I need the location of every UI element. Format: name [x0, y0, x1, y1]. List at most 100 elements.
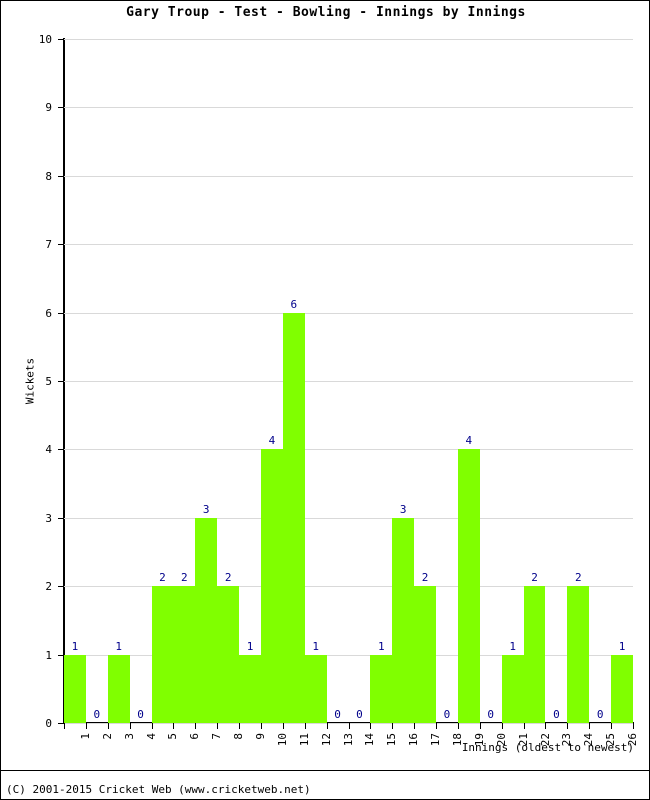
gridline [64, 175, 633, 177]
bar [370, 654, 393, 723]
bar-value-label: 1 [378, 639, 385, 653]
y-tick-label: 1 [45, 648, 52, 662]
bar [282, 312, 305, 723]
x-tick [523, 723, 525, 729]
bar-value-label: 0 [356, 708, 363, 721]
x-tick [260, 723, 262, 729]
y-tick-label: 0 [45, 717, 52, 730]
bar [414, 586, 437, 723]
bar [195, 517, 218, 723]
bar [107, 654, 130, 723]
bar-value-label: 6 [290, 297, 298, 311]
bar-value-label: 1 [312, 639, 319, 653]
bar-value-label: 0 [334, 708, 341, 721]
page-title: Gary Troup - Test - Bowling - Innings by… [126, 5, 526, 20]
y-tick-label: 10 [38, 33, 52, 46]
y-tick [58, 312, 64, 314]
bar-value-label: 0 [553, 708, 560, 721]
bar-value-label: 2 [181, 571, 188, 585]
x-tick-label: 2 [100, 733, 114, 740]
y-tick-label: 2 [45, 580, 52, 594]
y-tick [58, 107, 64, 109]
footer-divider [1, 770, 650, 771]
x-tick-label: 6 [188, 733, 202, 740]
x-tick-label: 8 [232, 733, 246, 740]
x-tick [85, 723, 87, 729]
x-tick-label: 7 [210, 733, 224, 740]
bar [217, 586, 240, 723]
x-axis-title: Innings (oldest to newest) [461, 741, 634, 754]
y-tick-label: 6 [45, 306, 52, 320]
bar [567, 586, 590, 723]
bar [304, 654, 327, 723]
x-tick [501, 723, 503, 729]
x-tick [457, 723, 459, 729]
bar [151, 586, 174, 723]
bar [173, 586, 196, 723]
x-tick [611, 723, 613, 729]
bar-value-label: 1 [246, 639, 254, 653]
bar-value-label: 0 [596, 708, 604, 721]
x-tick [195, 723, 197, 729]
bar-value-label: 4 [465, 434, 473, 448]
y-tick [58, 517, 64, 519]
x-tick-label: 1 [78, 733, 92, 740]
gridline [64, 449, 633, 451]
y-tick [58, 39, 64, 40]
y-tick-label: 3 [45, 511, 52, 525]
bar [64, 654, 86, 723]
bar-value-label: 2 [224, 571, 232, 585]
bar-value-label: 1 [115, 639, 123, 653]
bar-value-label: 2 [159, 571, 166, 585]
y-tick-label: 5 [45, 375, 52, 388]
gridline [64, 244, 633, 246]
x-tick [173, 723, 175, 729]
x-tick [282, 723, 284, 729]
copyright-notice: (C) 2001-2015 Cricket Web (www.cricketwe… [6, 783, 311, 796]
gridline [64, 586, 633, 588]
y-tick [58, 381, 64, 382]
bar [260, 449, 283, 723]
gridline [64, 107, 633, 109]
gridline [64, 654, 633, 656]
bar [457, 449, 480, 723]
x-tick [589, 723, 591, 729]
bar-value-label: 2 [531, 571, 538, 585]
bar [239, 654, 261, 723]
bar-value-label: 0 [137, 708, 144, 721]
x-tick [217, 723, 219, 729]
x-tick-label: 9 [254, 733, 268, 740]
x-tick [392, 723, 394, 729]
x-tick-label: 5 [166, 733, 180, 740]
bar-value-label: 0 [93, 708, 101, 721]
plot-area: Wickets 0 1 2 3 4 5 6 7 8 9 10 1010223214610013204… [24, 34, 640, 746]
y-tick-label: 4 [45, 443, 52, 457]
bar-value-label: 0 [487, 708, 495, 721]
bar-value-label: 0 [443, 708, 451, 721]
bar [523, 586, 546, 723]
gridline [64, 517, 633, 519]
x-tick [414, 723, 416, 729]
y-tick-label: 7 [45, 238, 52, 252]
bar [501, 654, 524, 723]
x-tick [348, 723, 350, 729]
bar-value-label: 3 [202, 502, 210, 516]
x-tick [545, 723, 547, 729]
gridline [64, 381, 633, 382]
x-tick [151, 723, 153, 729]
y-tick [58, 244, 64, 246]
chart-page: Gary Troup - Test - Bowling - Innings by… [0, 0, 650, 800]
x-tick [129, 723, 131, 729]
bar-value-label: 1 [509, 639, 516, 653]
x-tick-label: 4 [144, 733, 158, 740]
gridline [64, 39, 633, 40]
bar-value-label: 1 [618, 639, 626, 653]
bar-value-label: 3 [399, 502, 407, 516]
x-tick [326, 723, 328, 729]
y-tick [58, 175, 64, 177]
bar [392, 517, 415, 723]
x-tick [107, 723, 109, 729]
x-tick [567, 723, 569, 729]
gridline [64, 312, 633, 314]
x-tick [633, 723, 634, 729]
